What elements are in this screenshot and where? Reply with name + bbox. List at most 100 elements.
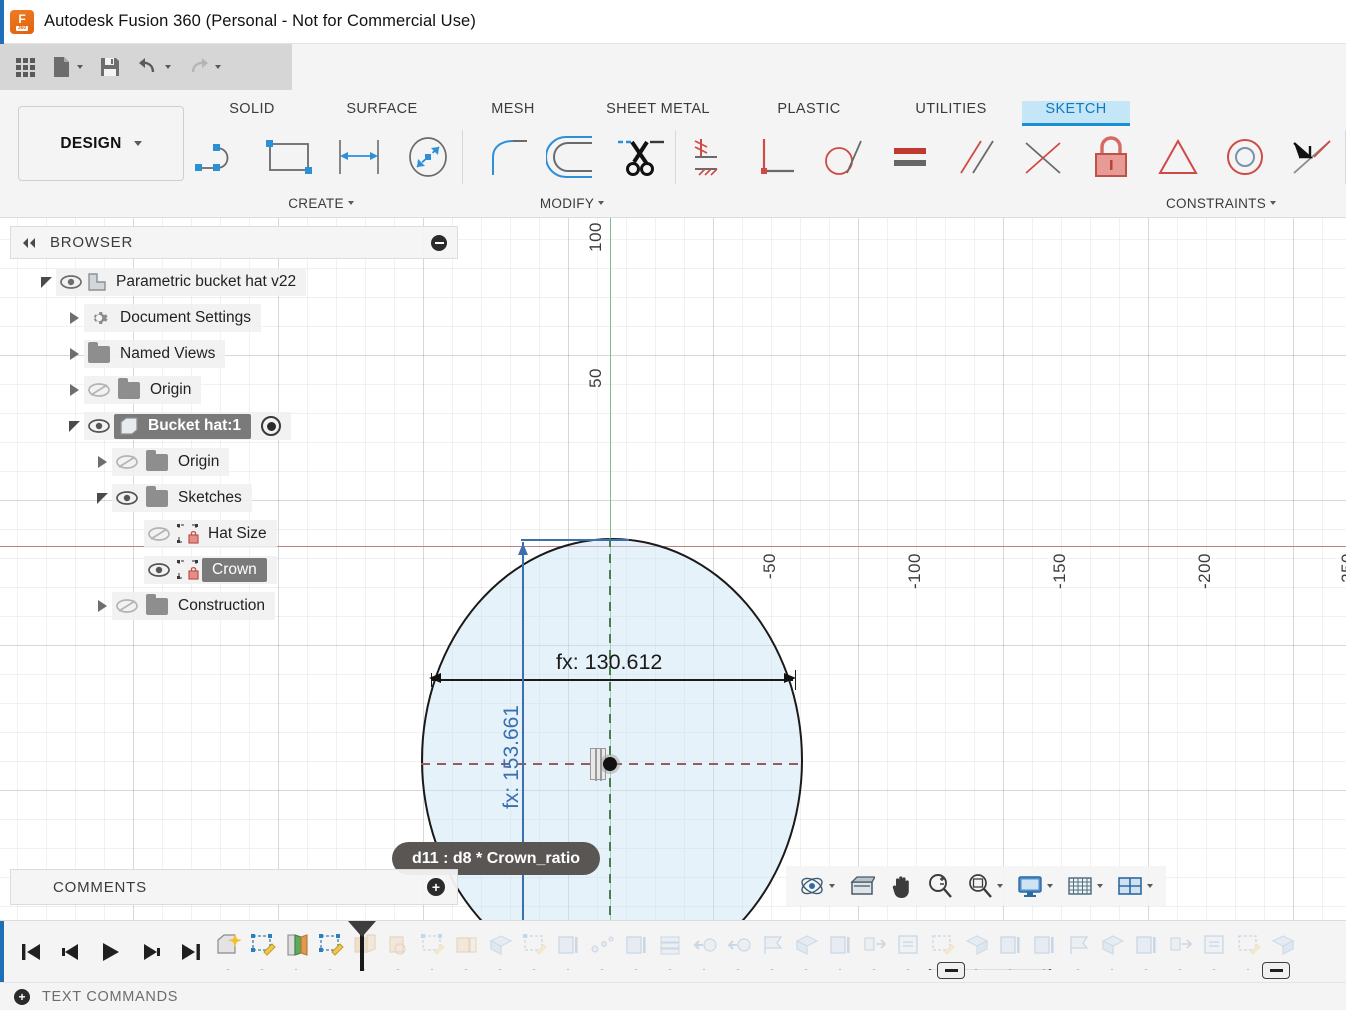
ribbon-group-constraints-label[interactable]: CONSTRAINTS bbox=[676, 188, 1346, 218]
new-file-button[interactable] bbox=[43, 44, 91, 90]
save-button[interactable] bbox=[91, 44, 129, 90]
timeline-item[interactable] bbox=[654, 926, 688, 964]
dimension-tool-button[interactable] bbox=[324, 126, 393, 188]
tab-mesh[interactable]: MESH bbox=[448, 101, 578, 126]
visibility-eye-icon[interactable] bbox=[112, 487, 142, 509]
timeline-item[interactable] bbox=[1164, 926, 1198, 964]
timeline-item[interactable] bbox=[994, 926, 1028, 964]
timeline-item[interactable] bbox=[246, 926, 280, 964]
pan-button[interactable] bbox=[882, 866, 920, 906]
step-back-button[interactable] bbox=[58, 937, 84, 967]
visibility-eye-off-icon[interactable] bbox=[112, 595, 142, 617]
undo-button[interactable] bbox=[129, 44, 179, 90]
visibility-eye-off-icon[interactable] bbox=[144, 523, 174, 545]
orbit-button[interactable] bbox=[792, 866, 842, 906]
line-tool-button[interactable] bbox=[186, 126, 255, 188]
chevron-down-icon[interactable] bbox=[1047, 884, 1053, 888]
tab-sheet-metal[interactable]: SHEET METAL bbox=[578, 101, 738, 126]
tab-sketch[interactable]: SKETCH bbox=[1022, 101, 1130, 126]
minus-circle-icon[interactable] bbox=[431, 234, 447, 251]
workspace-switcher-button[interactable]: DESIGN bbox=[18, 106, 184, 181]
equal-constraint-button[interactable] bbox=[877, 126, 944, 188]
circle-tool-button[interactable] bbox=[393, 126, 462, 188]
timeline-playhead[interactable] bbox=[348, 921, 376, 971]
zoom-fit-button[interactable] bbox=[960, 866, 1010, 906]
tree-item-crown[interactable]: Crown bbox=[10, 552, 458, 588]
timeline-item[interactable] bbox=[484, 926, 518, 964]
grid-snaps-button[interactable] bbox=[1060, 866, 1110, 906]
visibility-eye-off-icon[interactable] bbox=[112, 451, 142, 473]
timeline-item[interactable] bbox=[212, 926, 246, 964]
fix-unfix-constraint-button[interactable] bbox=[1077, 126, 1144, 188]
timeline-item[interactable] bbox=[1198, 926, 1232, 964]
offset-tool-button[interactable] bbox=[542, 126, 608, 188]
timeline-item[interactable] bbox=[1266, 926, 1300, 964]
tab-surface[interactable]: SURFACE bbox=[316, 101, 448, 126]
tangent-constraint-button[interactable] bbox=[810, 126, 877, 188]
play-button[interactable] bbox=[98, 937, 124, 967]
v-dimension-label[interactable]: fx: 153.661 bbox=[500, 705, 524, 809]
timeline-item[interactable] bbox=[1232, 926, 1266, 964]
tab-solid[interactable]: SOLID bbox=[188, 101, 316, 126]
go-to-end-button[interactable] bbox=[178, 937, 204, 967]
activate-component-radio[interactable] bbox=[261, 416, 282, 436]
tree-item-root[interactable]: Parametric bucket hat v22 bbox=[10, 264, 458, 300]
display-settings-button[interactable] bbox=[1010, 866, 1060, 906]
timeline-item[interactable] bbox=[756, 926, 790, 964]
timeline-item[interactable] bbox=[960, 926, 994, 964]
timeline-item[interactable] bbox=[450, 926, 484, 964]
midpoint-constraint-button[interactable] bbox=[1278, 126, 1345, 188]
tree-item-document-settings[interactable]: Document Settings bbox=[10, 300, 458, 336]
visibility-eye-off-icon[interactable] bbox=[84, 379, 114, 401]
zoom-button[interactable] bbox=[920, 866, 960, 906]
timeline-item[interactable] bbox=[416, 926, 450, 964]
text-commands-bar[interactable]: + TEXT COMMANDS bbox=[0, 982, 1346, 1010]
visibility-eye-icon[interactable] bbox=[56, 271, 86, 293]
redo-button[interactable] bbox=[179, 44, 229, 90]
step-forward-button[interactable] bbox=[138, 937, 164, 967]
ribbon-group-create-label[interactable]: CREATE bbox=[186, 188, 476, 218]
chevron-down-icon[interactable] bbox=[1147, 884, 1153, 888]
rectangle-tool-button[interactable] bbox=[255, 126, 324, 188]
timeline-item[interactable] bbox=[1130, 926, 1164, 964]
timeline-group-collapse-toggle[interactable] bbox=[937, 962, 965, 979]
h-dimension-label[interactable]: fx: 130.612 bbox=[556, 650, 662, 675]
horizontal-vertical-constraint-button[interactable] bbox=[676, 126, 743, 188]
double-chevron-left-icon[interactable] bbox=[21, 237, 38, 249]
timeline-item[interactable] bbox=[1062, 926, 1096, 964]
timeline-item[interactable] bbox=[824, 926, 858, 964]
timeline-item[interactable] bbox=[552, 926, 586, 964]
comments-panel[interactable]: COMMENTS + bbox=[10, 869, 458, 905]
expander-right-icon[interactable] bbox=[92, 452, 112, 472]
plus-circle-icon[interactable]: + bbox=[14, 988, 30, 1005]
tree-item-construction[interactable]: Construction bbox=[10, 588, 458, 624]
timeline-item[interactable] bbox=[518, 926, 552, 964]
parallel-constraint-button[interactable] bbox=[944, 126, 1011, 188]
chevron-down-icon[interactable] bbox=[997, 884, 1003, 888]
timeline-item[interactable] bbox=[790, 926, 824, 964]
tab-utilities[interactable]: UTILITIES bbox=[880, 101, 1022, 126]
timeline-item[interactable] bbox=[382, 926, 416, 964]
chevron-down-icon[interactable] bbox=[1097, 884, 1103, 888]
timeline-item[interactable] bbox=[280, 926, 314, 964]
viewports-button[interactable] bbox=[1110, 866, 1160, 906]
tab-plastic[interactable]: PLASTIC bbox=[738, 101, 880, 126]
chevron-down-icon[interactable] bbox=[829, 884, 835, 888]
tree-item-hat-size[interactable]: Hat Size bbox=[10, 516, 458, 552]
tree-item-bucket-hat[interactable]: Bucket hat:1 bbox=[10, 408, 458, 444]
fillet-tool-button[interactable] bbox=[476, 126, 542, 188]
tree-item-origin-nested[interactable]: Origin bbox=[10, 444, 458, 480]
go-to-beginning-button[interactable] bbox=[18, 937, 44, 967]
visibility-eye-icon[interactable] bbox=[144, 559, 174, 581]
origin-point[interactable] bbox=[603, 757, 617, 771]
expander-right-icon[interactable] bbox=[64, 344, 84, 364]
expander-down-icon[interactable] bbox=[92, 488, 112, 508]
timeline-item[interactable] bbox=[314, 926, 348, 964]
symmetry-constraint-button[interactable] bbox=[1144, 126, 1211, 188]
timeline-item[interactable] bbox=[926, 926, 960, 964]
ribbon-group-modify-label[interactable]: MODIFY bbox=[476, 188, 676, 218]
look-at-button[interactable] bbox=[842, 866, 882, 906]
timeline-item[interactable] bbox=[722, 926, 756, 964]
timeline-item[interactable] bbox=[1096, 926, 1130, 964]
timeline-item[interactable] bbox=[858, 926, 892, 964]
